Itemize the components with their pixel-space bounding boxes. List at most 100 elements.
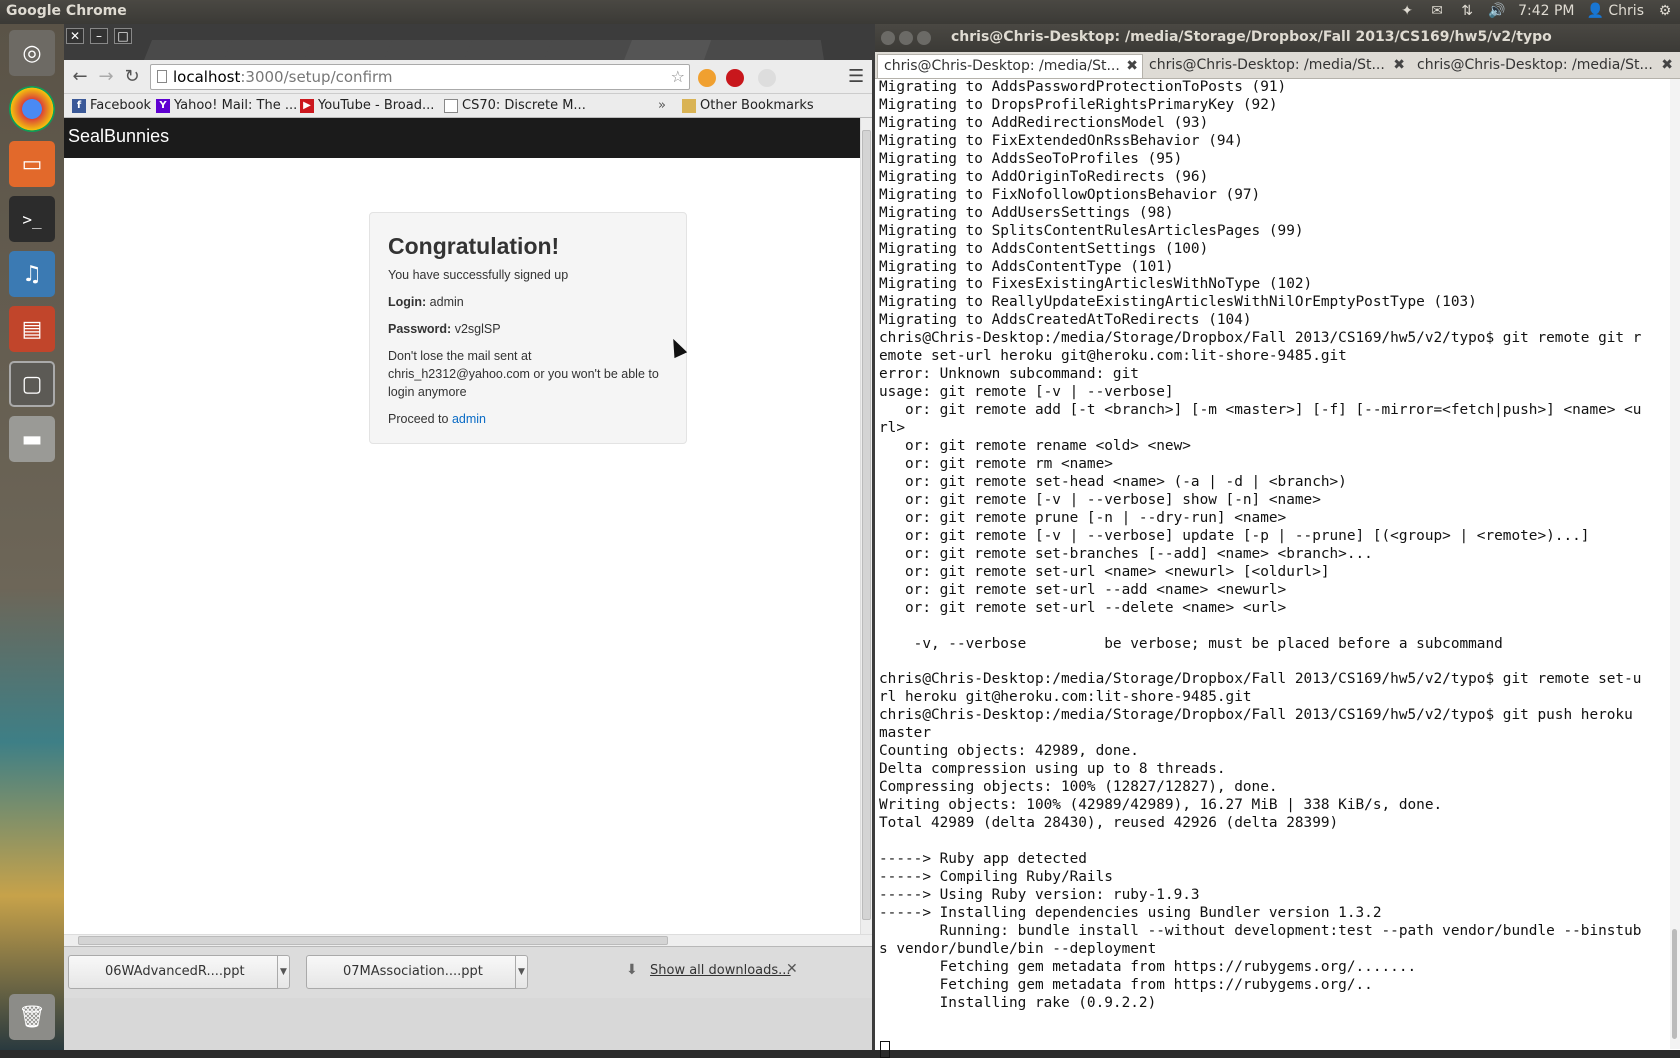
scrollbar-thumb[interactable] [862, 130, 871, 920]
reload-icon[interactable]: ↻ [120, 65, 144, 89]
scrollbar-thumb[interactable] [1672, 929, 1677, 1039]
network-icon[interactable]: ⇅ [1458, 2, 1476, 20]
launcher-trash[interactable]: 🗑 [5, 990, 59, 1044]
admin-link[interactable]: admin [452, 412, 486, 426]
extension-grey-icon[interactable] [758, 69, 776, 87]
confirmation-heading: Congratulation! [388, 233, 560, 259]
launcher-workspaces[interactable]: ▢ [5, 357, 59, 411]
chevron-down-icon[interactable]: ▼ [515, 956, 527, 988]
mail-notice: Don't lose the mail sent at chris_h2312@… [388, 349, 659, 399]
download-item[interactable]: 06WAdvancedR....ppt ▼ [68, 955, 290, 989]
bookmark-label: CS70: Discrete M... [462, 98, 586, 113]
terminal-line: or: git remote add [-t <branch>] [-m <ma… [879, 402, 1642, 419]
top-panel: Google Chrome ✦ ✉ ⇅ 🔊 7:42 PM 👤 Chris ⚙ [0, 0, 1680, 24]
minimize-window-button[interactable]: – [90, 28, 108, 44]
bookmark-star-icon[interactable]: ☆ [671, 65, 685, 89]
launcher-chrome[interactable] [5, 82, 59, 136]
terminal-line: or: git remote set-url --delete <name> <… [879, 599, 1287, 616]
download-item[interactable]: 07MAssociation....ppt ▼ [306, 955, 528, 989]
terminal-line: error: Unknown subcommand: git [879, 366, 1139, 383]
terminal-scrollbar[interactable] [1670, 79, 1680, 1049]
terminal-tab-label: chris@Chris-Desktop: /media/St... [1149, 57, 1385, 73]
terminal-line: -----> Ruby app detected [879, 850, 1087, 867]
close-icon[interactable]: ✕ [786, 961, 798, 977]
close-window-button[interactable]: ✕ [66, 28, 84, 44]
indicator-area: ✦ ✉ ⇅ 🔊 7:42 PM 👤 Chris ⚙ [1398, 2, 1674, 20]
vertical-scrollbar[interactable] [860, 118, 872, 934]
bookmark-item[interactable]: f Facebook [72, 98, 151, 113]
terminal-window: chris@Chris-Desktop: /media/Storage/Drop… [872, 24, 1680, 1058]
back-arrow-icon[interactable]: ← [68, 65, 92, 89]
launcher-files[interactable]: ▭ [5, 137, 59, 191]
terminal-line: Migrating to AddsPasswordProtectionToPos… [879, 79, 1287, 95]
terminal-line: Writing objects: 100% (42989/42989), 16.… [879, 797, 1443, 814]
terminal-tab-label: chris@Chris-Desktop: /media/St... [1417, 57, 1653, 73]
forward-arrow-icon[interactable]: → [94, 65, 118, 89]
maximize-window-button[interactable] [917, 31, 931, 45]
bookmark-item[interactable]: ▶ YouTube - Broad... [300, 98, 434, 113]
launcher-music[interactable]: ♫ [5, 247, 59, 301]
bookmark-item[interactable]: CS70: Discrete M... [444, 98, 586, 113]
show-all-downloads-link[interactable]: Show all downloads... [650, 963, 791, 978]
launcher-impress[interactable]: ▤ [5, 302, 59, 356]
bookmark-item[interactable]: Y Yahoo! Mail: The ... [156, 98, 297, 113]
chrome-icon [9, 86, 55, 132]
new-tab-button[interactable] [784, 40, 824, 60]
download-filename: 06WAdvancedR....ppt [105, 964, 245, 979]
minimize-window-button[interactable] [899, 31, 913, 45]
close-window-button[interactable] [881, 31, 895, 45]
mail-icon[interactable]: ✉ [1428, 2, 1446, 20]
scrollbar-thumb[interactable] [78, 936, 668, 945]
terminal-line: or: git remote set-branches [--add] <nam… [879, 545, 1373, 562]
dropbox-icon[interactable]: ✦ [1398, 2, 1416, 20]
site-brand[interactable]: SealBunnies [68, 126, 169, 147]
download-arrow-icon: ⬇ [626, 962, 638, 978]
url-host: localhost [173, 68, 241, 86]
terminal-line: -----> Installing dependencies using Bun… [879, 904, 1382, 921]
terminal-line: Migrating to AddsCreatedAtToRedirects (1… [879, 312, 1252, 329]
other-bookmarks[interactable]: Other Bookmarks [682, 98, 814, 113]
terminal-line: Migrating to ReallyUpdateExistingArticle… [879, 294, 1477, 311]
terminal-tab[interactable]: chris@Chris-Desktop: /media/St... ✖ [1411, 54, 1677, 78]
active-app-title: Google Chrome [6, 3, 127, 19]
dash-home-button[interactable]: ◎ [5, 26, 59, 80]
close-icon[interactable]: ✖ [1661, 54, 1673, 76]
adblock-icon[interactable] [726, 69, 744, 87]
browser-tab[interactable] [704, 40, 794, 60]
terminal-line: Migrating to AddsContentSettings (100) [879, 240, 1209, 257]
terminal-line: Migrating to AddsContentType (101) [879, 258, 1174, 275]
chevron-down-icon[interactable]: ▼ [277, 956, 289, 988]
launcher-terminal[interactable]: >_ [5, 192, 59, 246]
terminal-line: master [879, 725, 931, 742]
close-icon[interactable]: ✖ [1126, 55, 1138, 77]
download-filename: 07MAssociation....ppt [343, 964, 483, 979]
terminal-line: Delta compression using up to 8 threads. [879, 761, 1226, 778]
proceed-line: Proceed to admin [388, 410, 668, 428]
launcher-disk[interactable]: ▬ [5, 412, 59, 466]
terminal-line: rl> [879, 420, 905, 437]
signup-confirmation-panel: Congratulation! You have successfully si… [369, 212, 687, 444]
user-menu[interactable]: 👤 Chris [1587, 3, 1644, 19]
clock[interactable]: 7:42 PM [1518, 3, 1574, 19]
terminal-output[interactable]: Migrating to AddsPasswordProtectionToPos… [879, 79, 1669, 1049]
close-icon[interactable]: ✖ [1393, 54, 1405, 76]
terminal-line: usage: git remote [-v | --verbose] [879, 384, 1174, 401]
terminal-line: or: git remote set-url --add <name> <new… [879, 581, 1287, 598]
facebook-icon: f [72, 98, 86, 113]
workspace-switcher-icon: ▢ [9, 361, 55, 407]
extension-orange-icon[interactable] [698, 69, 716, 87]
maximize-window-button[interactable]: □ [114, 28, 132, 44]
terminal-line: Migrating to AddRedirectionsModel (93) [879, 114, 1209, 131]
site-header: SealBunnies [64, 118, 862, 158]
terminal-tab[interactable]: chris@Chris-Desktop: /media/St... ✖ [1143, 54, 1409, 78]
volume-icon[interactable]: 🔊 [1488, 2, 1506, 20]
horizontal-scrollbar[interactable] [64, 934, 872, 946]
terminal-line: Migrating to FixExtendedOnRssBehavior (9… [879, 132, 1243, 149]
bookmark-label: Yahoo! Mail: The ... [174, 98, 298, 113]
bookmarks-overflow-button[interactable]: » [658, 98, 666, 113]
chrome-menu-icon[interactable]: ☰ [848, 66, 864, 87]
session-gear-icon[interactable]: ⚙ [1656, 2, 1674, 20]
address-bar[interactable]: localhost:3000/setup/confirm ☆ [150, 64, 690, 90]
terminal-tab[interactable]: chris@Chris-Desktop: /media/St... ✖ [877, 54, 1143, 78]
